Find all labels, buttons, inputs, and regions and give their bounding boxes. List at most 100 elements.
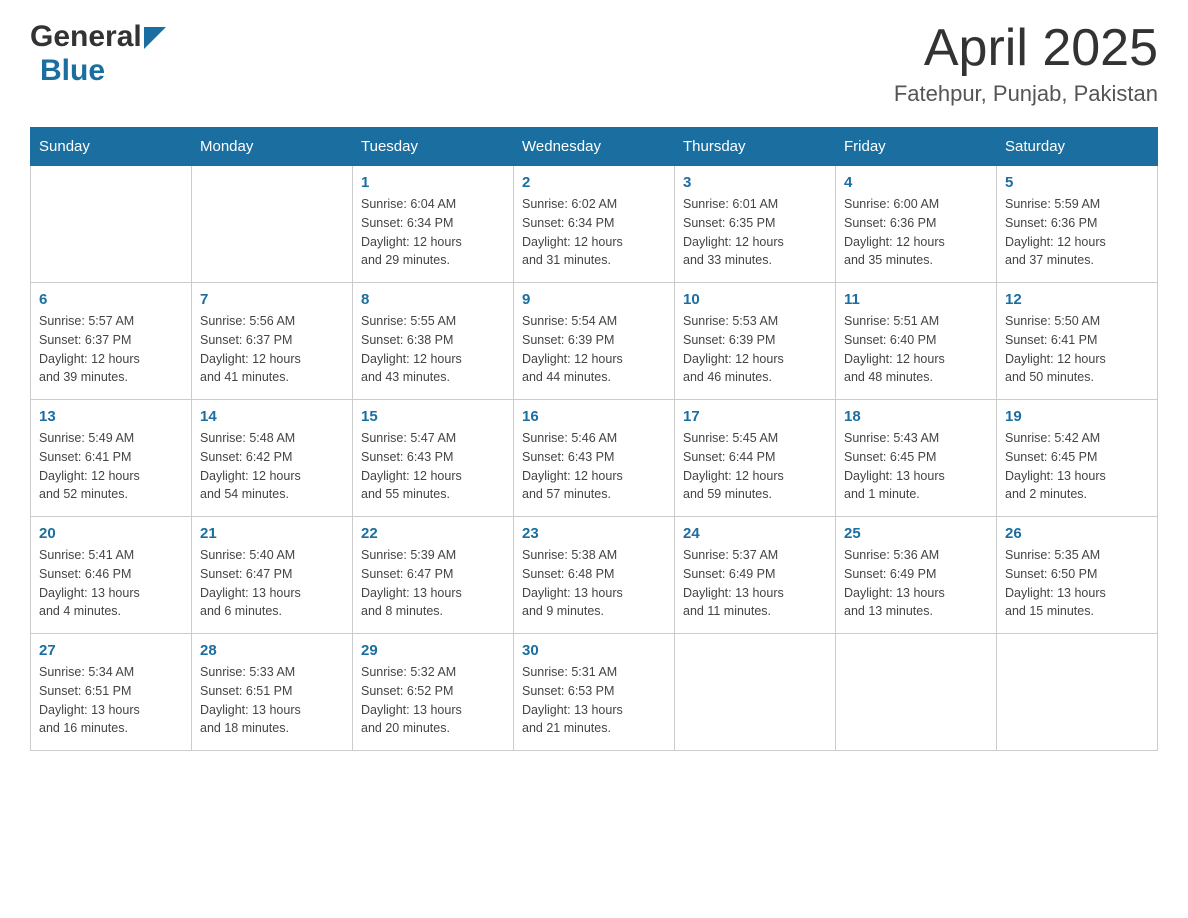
day-info: Sunrise: 5:36 AM Sunset: 6:49 PM Dayligh… <box>844 546 988 621</box>
calendar-cell: 16Sunrise: 5:46 AM Sunset: 6:43 PM Dayli… <box>514 400 675 517</box>
calendar-cell <box>997 634 1158 751</box>
day-number: 2 <box>522 174 666 191</box>
week-row-2: 6 Sunrise: 5:57 AM Sunset: 6:37 PM Daylig… <box>31 283 1158 400</box>
day-number: 6 <box>39 291 183 308</box>
logo-blue-text: Blue <box>40 54 105 87</box>
day-number: 28 <box>200 642 344 659</box>
calendar-cell: 9 Sunrise: 5:54 AM Sunset: 6:39 PM Daylig… <box>514 283 675 400</box>
day-number: 10 <box>683 291 827 308</box>
day-info: Sunrise: 6:04 AM Sunset: 6:34 PM Dayligh… <box>361 195 505 270</box>
day-number: 27 <box>39 642 183 659</box>
day-info: Sunrise: 5:55 AM Sunset: 6:38 PM Dayligh… <box>361 312 505 387</box>
calendar-cell: 23 Sunrise: 5:38 AM Sunset: 6:48 PM Dayli… <box>514 517 675 634</box>
calendar-cell: 13Sunrise: 5:49 AM Sunset: 6:41 PM Dayli… <box>31 400 192 517</box>
logo-general-text: General <box>30 20 142 54</box>
calendar-cell <box>192 166 353 283</box>
day-info: Sunrise: 5:57 AM Sunset: 6:37 PM Dayligh… <box>39 312 183 387</box>
day-info: Sunrise: 5:51 AM Sunset: 6:40 PM Dayligh… <box>844 312 988 387</box>
header-friday: Friday <box>836 128 997 166</box>
calendar-cell: 18 Sunrise: 5:43 AM Sunset: 6:45 PM Dayli… <box>836 400 997 517</box>
calendar-cell <box>675 634 836 751</box>
logo-line: General <box>30 20 166 54</box>
calendar-cell: 19Sunrise: 5:42 AM Sunset: 6:45 PM Dayli… <box>997 400 1158 517</box>
calendar-cell: 24 Sunrise: 5:37 AM Sunset: 6:49 PM Dayli… <box>675 517 836 634</box>
day-info: Sunrise: 5:38 AM Sunset: 6:48 PM Dayligh… <box>522 546 666 621</box>
header-monday: Monday <box>192 128 353 166</box>
calendar-cell: 2 Sunrise: 6:02 AM Sunset: 6:34 PM Daylig… <box>514 166 675 283</box>
day-number: 7 <box>200 291 344 308</box>
day-info: Sunrise: 5:50 AM Sunset: 6:41 PM Dayligh… <box>1005 312 1149 387</box>
day-info: Sunrise: 5:54 AM Sunset: 6:39 PM Dayligh… <box>522 312 666 387</box>
page-header: General Blue April 2025 Fatehpur, Punjab… <box>30 20 1158 107</box>
day-info: Sunrise: 5:39 AM Sunset: 6:47 PM Dayligh… <box>361 546 505 621</box>
day-number: 14 <box>200 408 344 425</box>
day-number: 29 <box>361 642 505 659</box>
calendar-cell <box>31 166 192 283</box>
day-info: Sunrise: 5:48 AM Sunset: 6:42 PM Dayligh… <box>200 429 344 504</box>
calendar-cell: 10 Sunrise: 5:53 AM Sunset: 6:39 PM Dayli… <box>675 283 836 400</box>
day-info: Sunrise: 5:40 AM Sunset: 6:47 PM Dayligh… <box>200 546 344 621</box>
day-number: 23 <box>522 525 666 542</box>
week-row-3: 13Sunrise: 5:49 AM Sunset: 6:41 PM Dayli… <box>31 400 1158 517</box>
calendar-header: SundayMondayTuesdayWednesdayThursdayFrid… <box>31 128 1158 166</box>
day-info: Sunrise: 5:42 AM Sunset: 6:45 PM Dayligh… <box>1005 429 1149 504</box>
calendar-cell: 25Sunrise: 5:36 AM Sunset: 6:49 PM Dayli… <box>836 517 997 634</box>
header-thursday: Thursday <box>675 128 836 166</box>
logo-triangle-icon <box>144 27 166 49</box>
day-info: Sunrise: 6:02 AM Sunset: 6:34 PM Dayligh… <box>522 195 666 270</box>
calendar-subtitle: Fatehpur, Punjab, Pakistan <box>894 81 1158 107</box>
calendar-cell: 11 Sunrise: 5:51 AM Sunset: 6:40 PM Dayli… <box>836 283 997 400</box>
calendar-cell <box>836 634 997 751</box>
day-number: 11 <box>844 291 988 308</box>
day-info: Sunrise: 6:00 AM Sunset: 6:36 PM Dayligh… <box>844 195 988 270</box>
title-block: April 2025 Fatehpur, Punjab, Pakistan <box>894 20 1158 107</box>
day-info: Sunrise: 6:01 AM Sunset: 6:35 PM Dayligh… <box>683 195 827 270</box>
calendar-cell: 4 Sunrise: 6:00 AM Sunset: 6:36 PM Daylig… <box>836 166 997 283</box>
day-number: 4 <box>844 174 988 191</box>
week-row-1: 1Sunrise: 6:04 AM Sunset: 6:34 PM Daylig… <box>31 166 1158 283</box>
day-info: Sunrise: 5:34 AM Sunset: 6:51 PM Dayligh… <box>39 663 183 738</box>
day-number: 22 <box>361 525 505 542</box>
day-number: 13 <box>39 408 183 425</box>
day-info: Sunrise: 5:59 AM Sunset: 6:36 PM Dayligh… <box>1005 195 1149 270</box>
calendar-cell: 27 Sunrise: 5:34 AM Sunset: 6:51 PM Dayli… <box>31 634 192 751</box>
calendar-table: SundayMondayTuesdayWednesdayThursdayFrid… <box>30 127 1158 751</box>
day-number: 12 <box>1005 291 1149 308</box>
day-info: Sunrise: 5:32 AM Sunset: 6:52 PM Dayligh… <box>361 663 505 738</box>
day-number: 21 <box>200 525 344 542</box>
calendar-cell: 14 Sunrise: 5:48 AM Sunset: 6:42 PM Dayli… <box>192 400 353 517</box>
day-number: 9 <box>522 291 666 308</box>
day-number: 26 <box>1005 525 1149 542</box>
day-number: 18 <box>844 408 988 425</box>
calendar-cell: 26 Sunrise: 5:35 AM Sunset: 6:50 PM Dayli… <box>997 517 1158 634</box>
header-saturday: Saturday <box>997 128 1158 166</box>
calendar-cell: 22 Sunrise: 5:39 AM Sunset: 6:47 PM Dayli… <box>353 517 514 634</box>
day-info: Sunrise: 5:31 AM Sunset: 6:53 PM Dayligh… <box>522 663 666 738</box>
day-info: Sunrise: 5:53 AM Sunset: 6:39 PM Dayligh… <box>683 312 827 387</box>
day-number: 24 <box>683 525 827 542</box>
day-info: Sunrise: 5:45 AM Sunset: 6:44 PM Dayligh… <box>683 429 827 504</box>
calendar-cell: 5Sunrise: 5:59 AM Sunset: 6:36 PM Daylig… <box>997 166 1158 283</box>
day-info: Sunrise: 5:35 AM Sunset: 6:50 PM Dayligh… <box>1005 546 1149 621</box>
day-number: 15 <box>361 408 505 425</box>
calendar-cell: 30Sunrise: 5:31 AM Sunset: 6:53 PM Dayli… <box>514 634 675 751</box>
header-sunday: Sunday <box>31 128 192 166</box>
calendar-cell: 29 Sunrise: 5:32 AM Sunset: 6:52 PM Dayli… <box>353 634 514 751</box>
calendar-cell: 6 Sunrise: 5:57 AM Sunset: 6:37 PM Daylig… <box>31 283 192 400</box>
calendar-cell: 15 Sunrise: 5:47 AM Sunset: 6:43 PM Dayli… <box>353 400 514 517</box>
calendar-cell: 28Sunrise: 5:33 AM Sunset: 6:51 PM Dayli… <box>192 634 353 751</box>
day-info: Sunrise: 5:47 AM Sunset: 6:43 PM Dayligh… <box>361 429 505 504</box>
calendar-cell: 8Sunrise: 5:55 AM Sunset: 6:38 PM Daylig… <box>353 283 514 400</box>
day-info: Sunrise: 5:37 AM Sunset: 6:49 PM Dayligh… <box>683 546 827 621</box>
calendar-cell: 1Sunrise: 6:04 AM Sunset: 6:34 PM Daylig… <box>353 166 514 283</box>
calendar-cell: 21 Sunrise: 5:40 AM Sunset: 6:47 PM Dayli… <box>192 517 353 634</box>
header-tuesday: Tuesday <box>353 128 514 166</box>
calendar-cell: 17Sunrise: 5:45 AM Sunset: 6:44 PM Dayli… <box>675 400 836 517</box>
calendar-body: 1Sunrise: 6:04 AM Sunset: 6:34 PM Daylig… <box>31 166 1158 751</box>
logo: General Blue <box>30 20 166 88</box>
week-row-4: 20Sunrise: 5:41 AM Sunset: 6:46 PM Dayli… <box>31 517 1158 634</box>
day-info: Sunrise: 5:43 AM Sunset: 6:45 PM Dayligh… <box>844 429 988 504</box>
day-number: 16 <box>522 408 666 425</box>
calendar-cell: 7Sunrise: 5:56 AM Sunset: 6:37 PM Daylig… <box>192 283 353 400</box>
day-info: Sunrise: 5:41 AM Sunset: 6:46 PM Dayligh… <box>39 546 183 621</box>
